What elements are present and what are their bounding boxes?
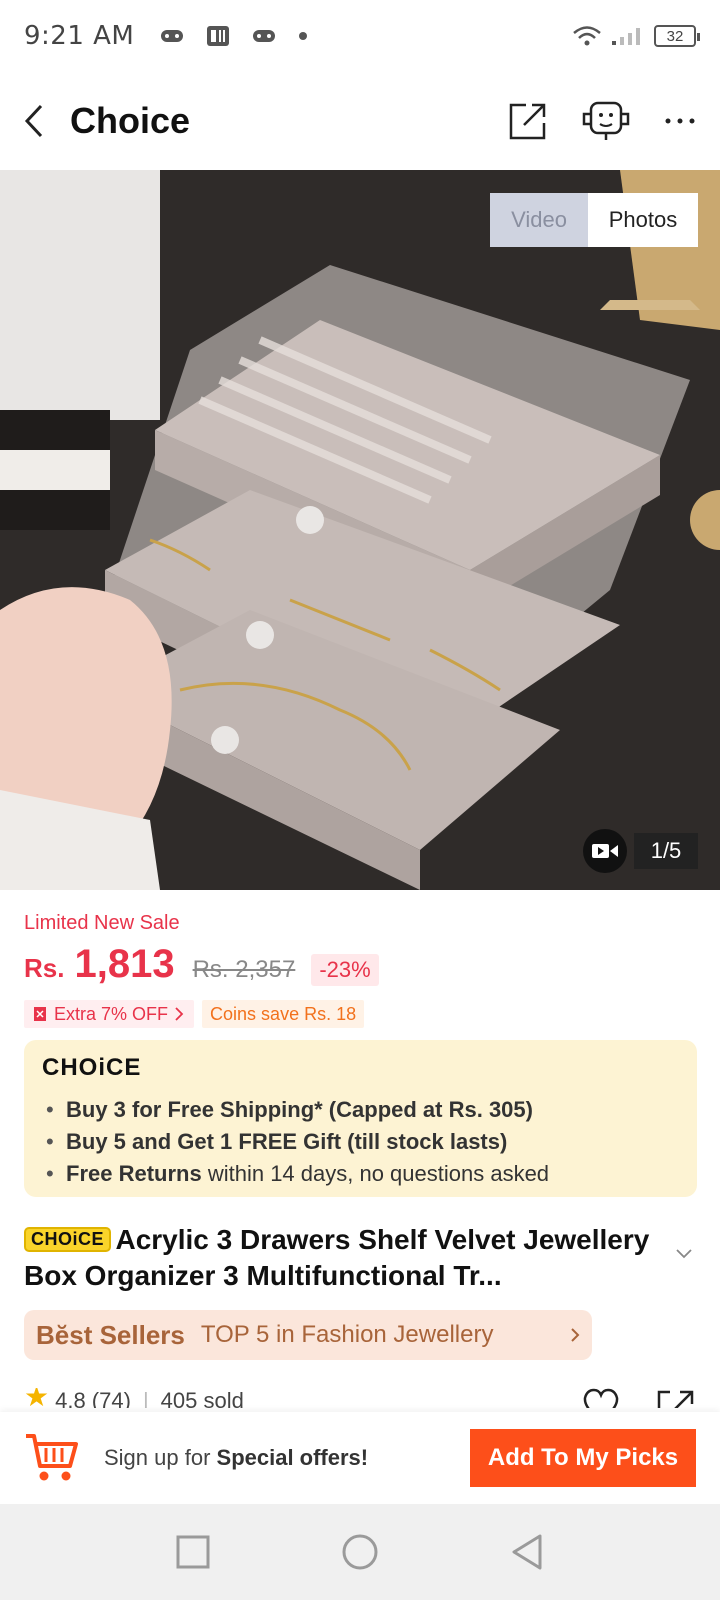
sale-label: Limited New Sale bbox=[24, 912, 180, 934]
bottom-action-bar: Sign up for Special offers! Add To My Pi… bbox=[0, 1412, 720, 1504]
choice-logo: CHOiCE bbox=[42, 1054, 142, 1081]
back-button[interactable] bbox=[24, 104, 44, 138]
video-play-button[interactable] bbox=[583, 829, 627, 873]
recent-apps-icon[interactable] bbox=[176, 1535, 210, 1569]
coins-badge: Coins save Rs. 18 bbox=[202, 1000, 365, 1028]
choice-benefits-card[interactable]: CHOiCE Buy 3 for Free Shipping* (Capped … bbox=[24, 1040, 697, 1197]
photo-counter: 1/5 bbox=[634, 833, 698, 869]
benefit-item: Free Returns within 14 days, no question… bbox=[42, 1158, 679, 1190]
heart-icon[interactable] bbox=[582, 1388, 620, 1408]
chevron-right-icon bbox=[175, 1007, 184, 1021]
promo-row: Extra 7% OFF Coins save Rs. 18 bbox=[24, 1000, 365, 1028]
add-to-my-picks-button[interactable]: Add To My Picks bbox=[470, 1429, 696, 1487]
product-title-block: CHOiCE Acrylic 3 Drawers Shelf Velvet Je… bbox=[24, 1222, 664, 1294]
photos-tab[interactable]: Photos bbox=[588, 193, 698, 247]
product-image-gallery[interactable]: Video Photos 1/5 bbox=[0, 170, 720, 890]
best-sellers-rank: TOP 5 in Fashion Jewellery bbox=[200, 1321, 494, 1348]
signup-prompt[interactable]: Sign up for Special offers! bbox=[104, 1445, 368, 1471]
media-toggle: Video Photos bbox=[490, 193, 698, 247]
coupon-icon bbox=[34, 1007, 46, 1021]
back-icon[interactable] bbox=[510, 1533, 544, 1571]
current-price: 1,813 bbox=[74, 942, 175, 986]
benefit-item: Buy 3 for Free Shipping* (Capped at Rs. … bbox=[42, 1094, 679, 1126]
divider: | bbox=[142, 1388, 149, 1408]
star-icon: ★ bbox=[24, 1388, 50, 1408]
expand-title-button[interactable] bbox=[676, 1246, 692, 1264]
rating-value: 4.8 (74) bbox=[55, 1388, 131, 1408]
choice-badge: CHOiCE bbox=[24, 1227, 112, 1252]
best-sellers-logo: Bĕst Sellers bbox=[36, 1319, 185, 1350]
share-icon[interactable] bbox=[656, 1388, 696, 1408]
status-time: 9:21 AM bbox=[24, 21, 135, 51]
video-tab[interactable]: Video bbox=[490, 193, 588, 247]
robot-support-icon bbox=[582, 101, 630, 140]
battery-level: 32 bbox=[666, 27, 684, 45]
notification-icons bbox=[160, 25, 308, 47]
best-sellers-banner[interactable]: Bĕst Sellers TOP 5 in Fashion Jewellery bbox=[24, 1310, 592, 1360]
product-title: Acrylic 3 Drawers Shelf Velvet Jewellery… bbox=[24, 1224, 650, 1291]
page-title: Choice bbox=[70, 100, 191, 141]
product-photo bbox=[0, 170, 720, 890]
sold-count: 405 sold bbox=[160, 1388, 244, 1408]
gamepad-icon bbox=[253, 30, 276, 42]
system-icons: 32 bbox=[572, 25, 700, 47]
original-price: Rs. 2,357 bbox=[192, 956, 296, 983]
benefit-item: Buy 5 and Get 1 FREE Gift (till stock la… bbox=[42, 1126, 679, 1158]
battery-icon: 32 bbox=[654, 25, 700, 47]
discount-badge: -23% bbox=[311, 954, 379, 986]
back-arrow-icon bbox=[24, 104, 43, 138]
top-nav: Choice bbox=[0, 72, 720, 170]
chevron-right-icon bbox=[571, 1328, 580, 1342]
more-icon bbox=[665, 118, 695, 124]
extra-off-coupon[interactable]: Extra 7% OFF bbox=[24, 1000, 195, 1028]
status-bar: 9:21 AM 32 bbox=[0, 0, 720, 72]
price-currency: Rs. bbox=[24, 953, 65, 983]
choice-benefits-list: Buy 3 for Free Shipping* (Capped at Rs. … bbox=[42, 1094, 679, 1190]
home-icon[interactable] bbox=[341, 1533, 379, 1571]
rating-row: ★ 4.8 (74) | 405 sold bbox=[24, 1388, 696, 1408]
share-button[interactable] bbox=[508, 101, 548, 141]
system-nav-bar bbox=[0, 1504, 720, 1600]
gamepad-icon bbox=[161, 30, 184, 42]
wifi-icon bbox=[573, 26, 601, 46]
share-icon bbox=[509, 103, 546, 140]
pp-app-icon bbox=[207, 26, 230, 46]
price-row: Rs. 1,813 Rs. 2,357 -23% bbox=[24, 942, 379, 987]
chevron-down-icon bbox=[676, 1249, 692, 1259]
signal-icon bbox=[612, 28, 640, 45]
extra-off-label: Extra 7% OFF bbox=[54, 1003, 169, 1024]
customer-service-button[interactable] bbox=[580, 100, 632, 142]
more-button[interactable] bbox=[664, 117, 696, 125]
video-camera-icon bbox=[592, 844, 618, 858]
cart-icon bbox=[26, 1434, 78, 1481]
dot-icon bbox=[299, 32, 308, 40]
